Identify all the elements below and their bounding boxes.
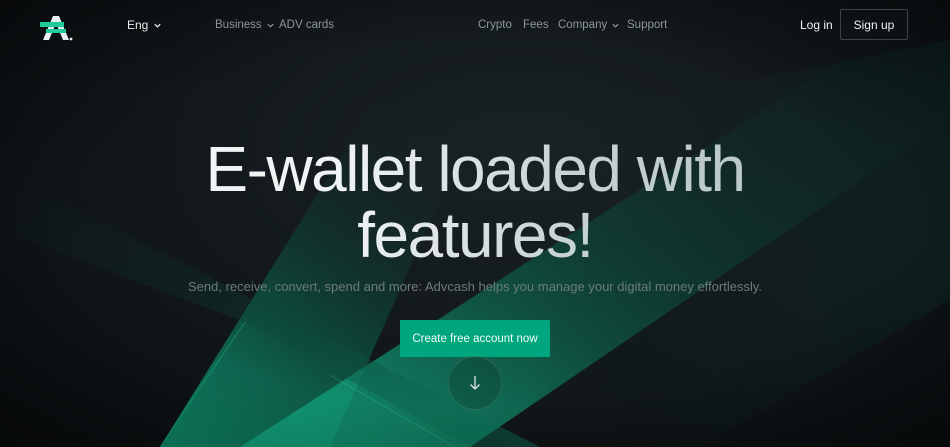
hero-title-line-2: features! (357, 199, 593, 271)
chevron-down-icon (267, 23, 274, 28)
nav-support-label: Support (627, 19, 668, 31)
scroll-down-button[interactable] (448, 356, 502, 410)
nav-company[interactable]: Company (558, 19, 620, 31)
nav-adv-cards[interactable]: ADV cards (279, 19, 334, 31)
nav-fees-label: Fees (523, 19, 549, 31)
nav-fees[interactable]: Fees (523, 19, 549, 31)
arrow-down-icon (470, 376, 480, 390)
nav-business-label: Business (215, 19, 262, 31)
hero-title-line-1: E-wallet loaded with (205, 133, 745, 205)
signup-button[interactable]: Sign up (840, 9, 908, 40)
language-selector[interactable]: Eng (127, 18, 162, 32)
advcash-logo-icon[interactable] (40, 14, 74, 42)
hero-subtitle: Send, receive, convert, spend and more: … (187, 279, 762, 294)
nav-crypto[interactable]: Crypto (478, 19, 512, 31)
chevron-down-icon (612, 23, 619, 28)
chevron-down-icon (154, 23, 162, 28)
nav-support[interactable]: Support (627, 19, 667, 31)
hero-title: E-wallet loaded with features! (0, 136, 950, 268)
nav-company-label: Company (558, 19, 608, 31)
nav-crypto-label: Crypto (478, 19, 512, 31)
top-navigation-bar: Eng Business ADV cards Crypto Fees Compa… (0, 0, 950, 52)
language-label: Eng (127, 18, 149, 32)
nav-adv-cards-label: ADV cards (279, 19, 334, 31)
landing-page: Eng Business ADV cards Crypto Fees Compa… (0, 0, 950, 447)
login-link[interactable]: Log in (800, 18, 833, 32)
nav-business[interactable]: Business (215, 19, 275, 31)
create-account-button[interactable]: Create free account now (400, 320, 550, 357)
